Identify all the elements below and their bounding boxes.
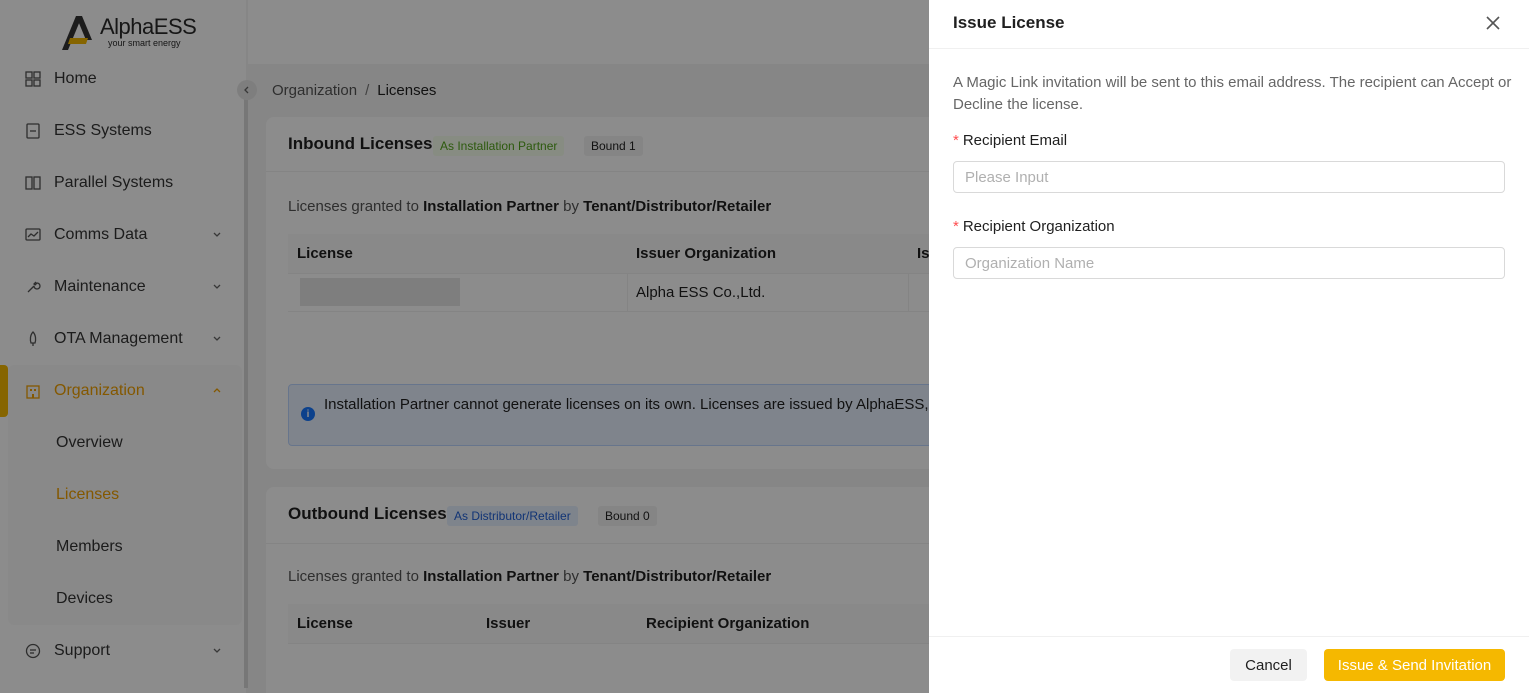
recipient-organization-label: * Recipient Organization: [953, 218, 1115, 235]
recipient-email-input[interactable]: [953, 161, 1505, 193]
issue-send-invitation-button[interactable]: Issue & Send Invitation: [1324, 649, 1505, 681]
drawer-footer-divider: [929, 636, 1529, 637]
close-icon[interactable]: [1484, 14, 1502, 32]
drawer-title: Issue License: [953, 13, 1065, 32]
recipient-organization-input[interactable]: [953, 247, 1505, 279]
required-mark: *: [953, 218, 959, 235]
required-mark: *: [953, 132, 959, 149]
drawer-header-divider: [929, 48, 1529, 49]
label-text: Recipient Email: [962, 132, 1068, 149]
recipient-email-label: * Recipient Email: [953, 132, 1067, 149]
cancel-button[interactable]: Cancel: [1230, 649, 1307, 681]
label-text: Recipient Organization: [962, 218, 1115, 235]
drawer-description: A Magic Link invitation will be sent to …: [953, 74, 1512, 113]
issue-license-drawer: Issue License A Magic Link invitation wi…: [929, 0, 1529, 693]
